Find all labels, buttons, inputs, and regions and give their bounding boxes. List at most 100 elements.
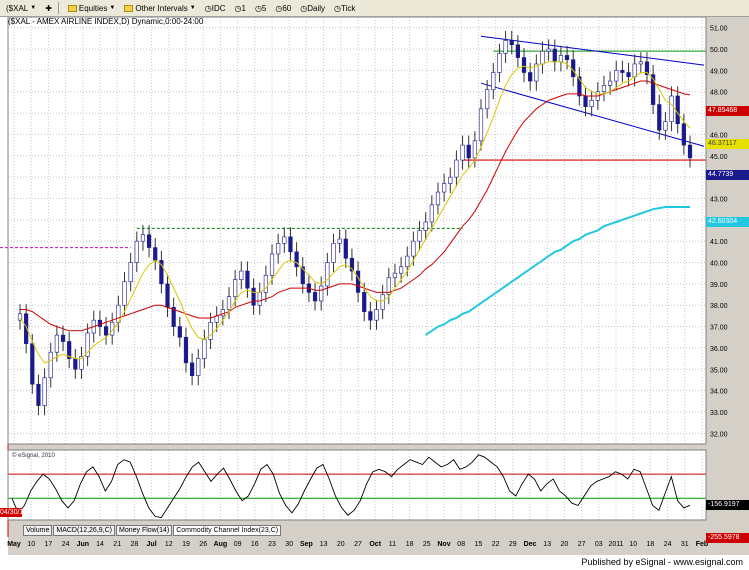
y-tick-label: 41.00 — [710, 239, 728, 246]
chart-area[interactable]: 51.0050.0049.0048.0047.0046.0045.0044.00… — [0, 16, 749, 555]
x-tick-label: 24 — [664, 541, 672, 548]
x-tick-label: 31 — [681, 541, 689, 548]
x-tick-label: 13 — [320, 541, 328, 548]
candle-body — [239, 270, 244, 280]
candle-body — [276, 243, 281, 255]
candle-body — [687, 144, 693, 159]
candle-body — [134, 240, 139, 263]
intervals-menu[interactable]: Other Intervals ▼ — [121, 1, 198, 16]
interval-daily[interactable]: ◷ Daily — [297, 1, 328, 16]
equities-menu[interactable]: Equities ▼ — [65, 1, 118, 16]
y-tick-label: 39.00 — [710, 282, 728, 289]
x-tick-label: 30 — [285, 541, 293, 548]
idc-label: IDC — [211, 3, 226, 13]
candle-body — [190, 362, 195, 376]
candle-body — [663, 121, 668, 131]
x-tick-label: Aug — [214, 541, 228, 548]
candle-body — [60, 334, 66, 342]
y-tick-label: 43.00 — [710, 196, 728, 203]
candle-body — [368, 311, 373, 321]
x-tick-label: 29 — [509, 541, 517, 548]
last-price-badge: 44.7739 — [706, 170, 749, 180]
candle-body — [399, 266, 404, 274]
y-tick-label: 40.00 — [710, 261, 728, 268]
candle-body — [245, 270, 250, 289]
chevron-down-icon: ▼ — [30, 5, 37, 11]
candle-body — [73, 358, 78, 370]
candle-body — [128, 262, 133, 283]
candle-body — [269, 253, 275, 276]
candle-body — [503, 40, 508, 54]
y-tick-label: 38.00 — [710, 303, 728, 310]
i60-label: 60 — [282, 3, 292, 13]
start-date-label: 04/30/10 — [0, 508, 28, 517]
x-tick-label: 2011 — [608, 541, 623, 548]
candle-body — [30, 343, 35, 385]
cci-panel — [8, 450, 706, 520]
interval-60[interactable]: ◷ 60 — [272, 1, 294, 16]
candle-body — [251, 287, 256, 306]
interval-idc[interactable]: ◷ IDC — [202, 1, 229, 16]
x-tick-label: 10 — [629, 541, 637, 548]
candle-body — [97, 319, 103, 327]
x-tick-label: 14 — [96, 541, 104, 548]
candle-body — [405, 255, 410, 268]
x-tick-label: 22 — [492, 541, 500, 548]
candle-body — [546, 48, 551, 52]
x-tick-label: 11 — [389, 541, 396, 548]
candle-body — [478, 108, 484, 142]
candle-body — [411, 240, 416, 257]
x-tick-label: 27 — [354, 541, 362, 548]
x-tick-label: Jul — [147, 541, 157, 548]
x-tick-label: 17 — [45, 541, 53, 548]
candle-body — [601, 85, 607, 93]
watermark-text: © eSignal, 2010 — [12, 452, 55, 459]
x-tick-label: Nov — [437, 541, 450, 548]
x-tick-label: 20 — [561, 541, 569, 548]
i1-label: 1 — [241, 3, 246, 13]
candle-body — [146, 234, 152, 248]
cci-value-badge: -156.9197 — [706, 500, 749, 510]
candle-body — [558, 55, 564, 63]
cyan-ma-badge: 42.60304 — [706, 217, 749, 227]
tab-volume[interactable]: Volume — [23, 525, 53, 536]
symbol-field[interactable]: ($XAL ▼ — [3, 1, 39, 16]
clock-icon: ◷ — [254, 3, 262, 13]
candle-body — [657, 104, 662, 131]
equities-label: Equities — [78, 3, 108, 13]
price-panel — [8, 17, 706, 444]
candle-body — [103, 326, 109, 336]
left-margin — [0, 17, 8, 555]
clock-icon: ◷ — [234, 3, 242, 13]
tab-cci[interactable]: Commodity Channel Index(23,C) — [173, 525, 282, 536]
candle-body — [140, 234, 146, 242]
divider — [57, 2, 59, 14]
x-tick-label: 27 — [578, 541, 586, 548]
candle-body — [485, 89, 490, 110]
candle-body — [466, 144, 471, 159]
tick-label: Tick — [341, 3, 356, 13]
candle-body — [177, 326, 182, 338]
candle-body — [226, 296, 232, 310]
candle-body — [325, 262, 330, 287]
candle-body — [626, 72, 631, 78]
folder-icon — [124, 4, 134, 12]
i5-label: 5 — [261, 3, 267, 13]
clock-icon: ◷ — [300, 3, 308, 13]
clock-icon: ◷ — [275, 3, 283, 13]
interval-1[interactable]: ◷ 1 — [232, 1, 249, 16]
tab-macd[interactable]: MACD(12,26,9,C) — [53, 525, 115, 536]
candle-body — [36, 383, 41, 406]
add-button[interactable]: ✚ — [42, 1, 55, 16]
interval-tick[interactable]: ◷ Tick — [331, 1, 358, 16]
interval-5[interactable]: ◷ 5 — [252, 1, 269, 16]
chevron-down-icon: ▼ — [109, 5, 116, 11]
x-tick-label: 25 — [423, 541, 431, 548]
tab-money-flow[interactable]: Money Flow(14) — [116, 525, 173, 536]
candle-body — [552, 48, 557, 63]
candle-body — [454, 159, 459, 178]
intervals-label: Other Intervals — [135, 3, 188, 13]
price-chart-svg[interactable]: 51.0050.0049.0048.0047.0046.0045.0044.00… — [0, 16, 749, 555]
candle-body — [122, 281, 127, 306]
candle-body — [294, 251, 299, 268]
